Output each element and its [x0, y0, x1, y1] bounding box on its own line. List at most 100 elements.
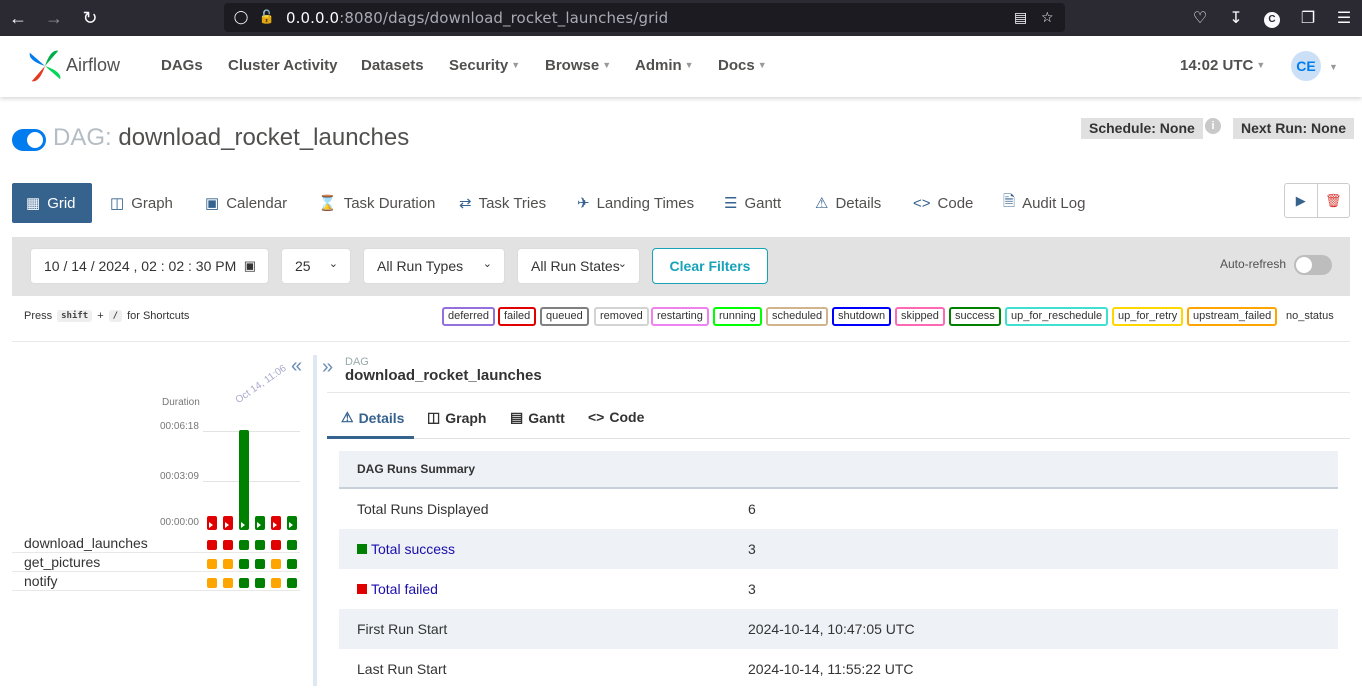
calendar-icon[interactable]: ▣ — [244, 258, 256, 274]
legend-running[interactable]: running — [713, 307, 762, 326]
task-instance-cell[interactable] — [255, 578, 265, 588]
task-instance-cell[interactable] — [239, 578, 249, 588]
trigger-dag-button[interactable]: ▶ — [1285, 184, 1318, 217]
base-date-input[interactable]: 10 / 14 / 2024 , 02 : 02 : 30 PM ▣ — [30, 248, 269, 284]
task-instance-cell[interactable] — [239, 559, 249, 569]
nav-datasets[interactable]: Datasets — [361, 57, 424, 74]
divider — [327, 438, 1350, 439]
tab-grid[interactable]: ▦ Grid — [12, 183, 92, 223]
tab-details[interactable]: ⚠ Details — [815, 183, 881, 223]
auto-refresh-toggle[interactable] — [1294, 255, 1332, 275]
tab-graph[interactable]: ◫ Graph — [110, 183, 173, 223]
task-instance-cell[interactable] — [207, 578, 217, 588]
legend-restarting[interactable]: restarting — [651, 307, 709, 326]
task-instance-cell[interactable] — [223, 559, 233, 569]
legend-removed[interactable]: removed — [594, 307, 649, 326]
run-state-select[interactable]: All Run States ⌄ — [517, 248, 640, 284]
shield-icon[interactable]: ◯ — [232, 10, 250, 25]
tab-audit-log[interactable]: 🗎 Audit Log — [1003, 183, 1085, 223]
task-instance-cell[interactable] — [207, 559, 217, 569]
forward-icon[interactable]: → — [36, 0, 72, 36]
task-instance-cell[interactable] — [287, 540, 297, 550]
total-failed-link[interactable]: Total failed — [357, 581, 438, 597]
nav-admin[interactable]: Admin ▼ — [635, 57, 694, 74]
tab-landing-times[interactable]: ✈ Landing Times — [577, 183, 694, 223]
plane-landing-icon: ✈ — [577, 195, 590, 212]
info-icon[interactable]: i — [1205, 118, 1221, 134]
chevron-down-icon[interactable]: ▼ — [1329, 62, 1338, 72]
brand-name[interactable]: Airflow — [66, 55, 120, 76]
run-duration-bar[interactable] — [287, 516, 297, 530]
task-instance-cell[interactable] — [255, 540, 265, 550]
downloads-icon[interactable]: ↧ — [1218, 8, 1254, 28]
user-avatar[interactable]: CE — [1291, 51, 1321, 81]
delete-dag-button[interactable]: 🗑 — [1318, 184, 1350, 217]
nav-docs[interactable]: Docs ▼ — [718, 57, 767, 74]
task-instance-cell[interactable] — [271, 540, 281, 550]
task-instance-cell[interactable] — [207, 540, 217, 550]
legend-skipped[interactable]: skipped — [895, 307, 945, 326]
num-runs-select[interactable]: 25 ⌄ — [281, 248, 351, 284]
legend-up-for-reschedule[interactable]: up_for_reschedule — [1005, 307, 1109, 326]
run-duration-bar[interactable] — [207, 516, 217, 530]
back-icon[interactable]: ← — [0, 0, 36, 36]
clear-filters-button[interactable]: Clear Filters — [652, 248, 768, 284]
run-duration-bar[interactable] — [255, 516, 265, 530]
extensions-icon[interactable]: ❐ — [1290, 8, 1326, 28]
subtab-graph[interactable]: ◫ Graph — [427, 409, 486, 426]
run-duration-bar[interactable] — [271, 516, 281, 530]
task-instance-cell[interactable] — [223, 578, 233, 588]
task-instance-cell[interactable] — [271, 559, 281, 569]
run-type-select[interactable]: All Run Types ⌄ — [363, 248, 505, 284]
task-instance-cell[interactable] — [287, 578, 297, 588]
pocket-icon[interactable]: ♡ — [1182, 8, 1218, 28]
legend-scheduled[interactable]: scheduled — [766, 307, 829, 326]
task-instance-cell[interactable] — [223, 540, 233, 550]
legend-queued[interactable]: queued — [540, 307, 589, 326]
expand-details-icon[interactable]: » — [322, 356, 333, 379]
lock-icon[interactable]: 🔓 — [258, 10, 276, 25]
collapse-grid-icon[interactable]: « — [291, 355, 302, 378]
nav-dags[interactable]: DAGs — [161, 57, 203, 74]
legend-no-status[interactable]: no_status — [1280, 307, 1340, 326]
browser-toolbar: ← → ↻ ◯ 🔓 0.0.0.0:8080/dags/download_roc… — [0, 0, 1362, 36]
run-duration-bar[interactable] — [239, 430, 249, 530]
task-instance-cell[interactable] — [239, 540, 249, 550]
url-text[interactable]: 0.0.0.0:8080/dags/download_rocket_launch… — [286, 9, 668, 27]
legend-failed[interactable]: failed — [498, 307, 537, 326]
nav-cluster-activity[interactable]: Cluster Activity — [228, 57, 337, 74]
legend-upstream-failed[interactable]: upstream_failed — [1187, 307, 1278, 326]
nav-security[interactable]: Security ▼ — [449, 57, 520, 74]
extension-avatar-icon[interactable]: C — [1254, 9, 1290, 28]
legend-shutdown[interactable]: shutdown — [832, 307, 892, 326]
dag-pause-toggle[interactable] — [12, 129, 46, 151]
tab-task-tries[interactable]: ⇄ Task Tries — [459, 183, 546, 223]
tab-gantt[interactable]: ☰ Gantt — [724, 183, 781, 223]
subtab-details[interactable]: ⚠ Details — [341, 409, 404, 426]
total-success-link[interactable]: Total success — [357, 541, 455, 557]
subtab-code[interactable]: <> Code — [588, 409, 644, 425]
legend-deferred[interactable]: deferred — [442, 307, 495, 326]
address-bar[interactable]: ◯ 🔓 0.0.0.0:8080/dags/download_rocket_la… — [224, 3, 1065, 32]
play-icon — [289, 522, 293, 528]
legend-up-for-retry[interactable]: up_for_retry — [1112, 307, 1184, 326]
bookmark-star-icon[interactable]: ☆ — [1041, 10, 1054, 26]
airflow-logo-icon[interactable] — [26, 47, 64, 85]
tab-calendar[interactable]: ▣ Calendar — [205, 183, 287, 223]
legend-success[interactable]: success — [949, 307, 1001, 326]
tab-code[interactable]: <> Code — [913, 183, 973, 223]
reload-icon[interactable]: ↻ — [72, 0, 108, 36]
task-instance-cell[interactable] — [287, 559, 297, 569]
task-instance-cell[interactable] — [271, 578, 281, 588]
panel-resizer[interactable] — [313, 355, 317, 686]
grid-icon: ▦ — [26, 195, 41, 212]
reader-view-icon[interactable]: ▤ — [1014, 10, 1027, 26]
task-instance-cell[interactable] — [255, 559, 265, 569]
details-dag-name: download_rocket_launches — [345, 367, 542, 384]
tab-task-duration[interactable]: ⌛ Task Duration — [318, 183, 435, 223]
nav-browse[interactable]: Browse ▼ — [545, 57, 611, 74]
run-duration-bar[interactable] — [223, 516, 233, 530]
menu-icon[interactable]: ☰ — [1326, 8, 1362, 28]
utc-clock[interactable]: 14:02 UTC ▼ — [1180, 57, 1265, 74]
subtab-gantt[interactable]: ▤ Gantt — [510, 409, 565, 426]
